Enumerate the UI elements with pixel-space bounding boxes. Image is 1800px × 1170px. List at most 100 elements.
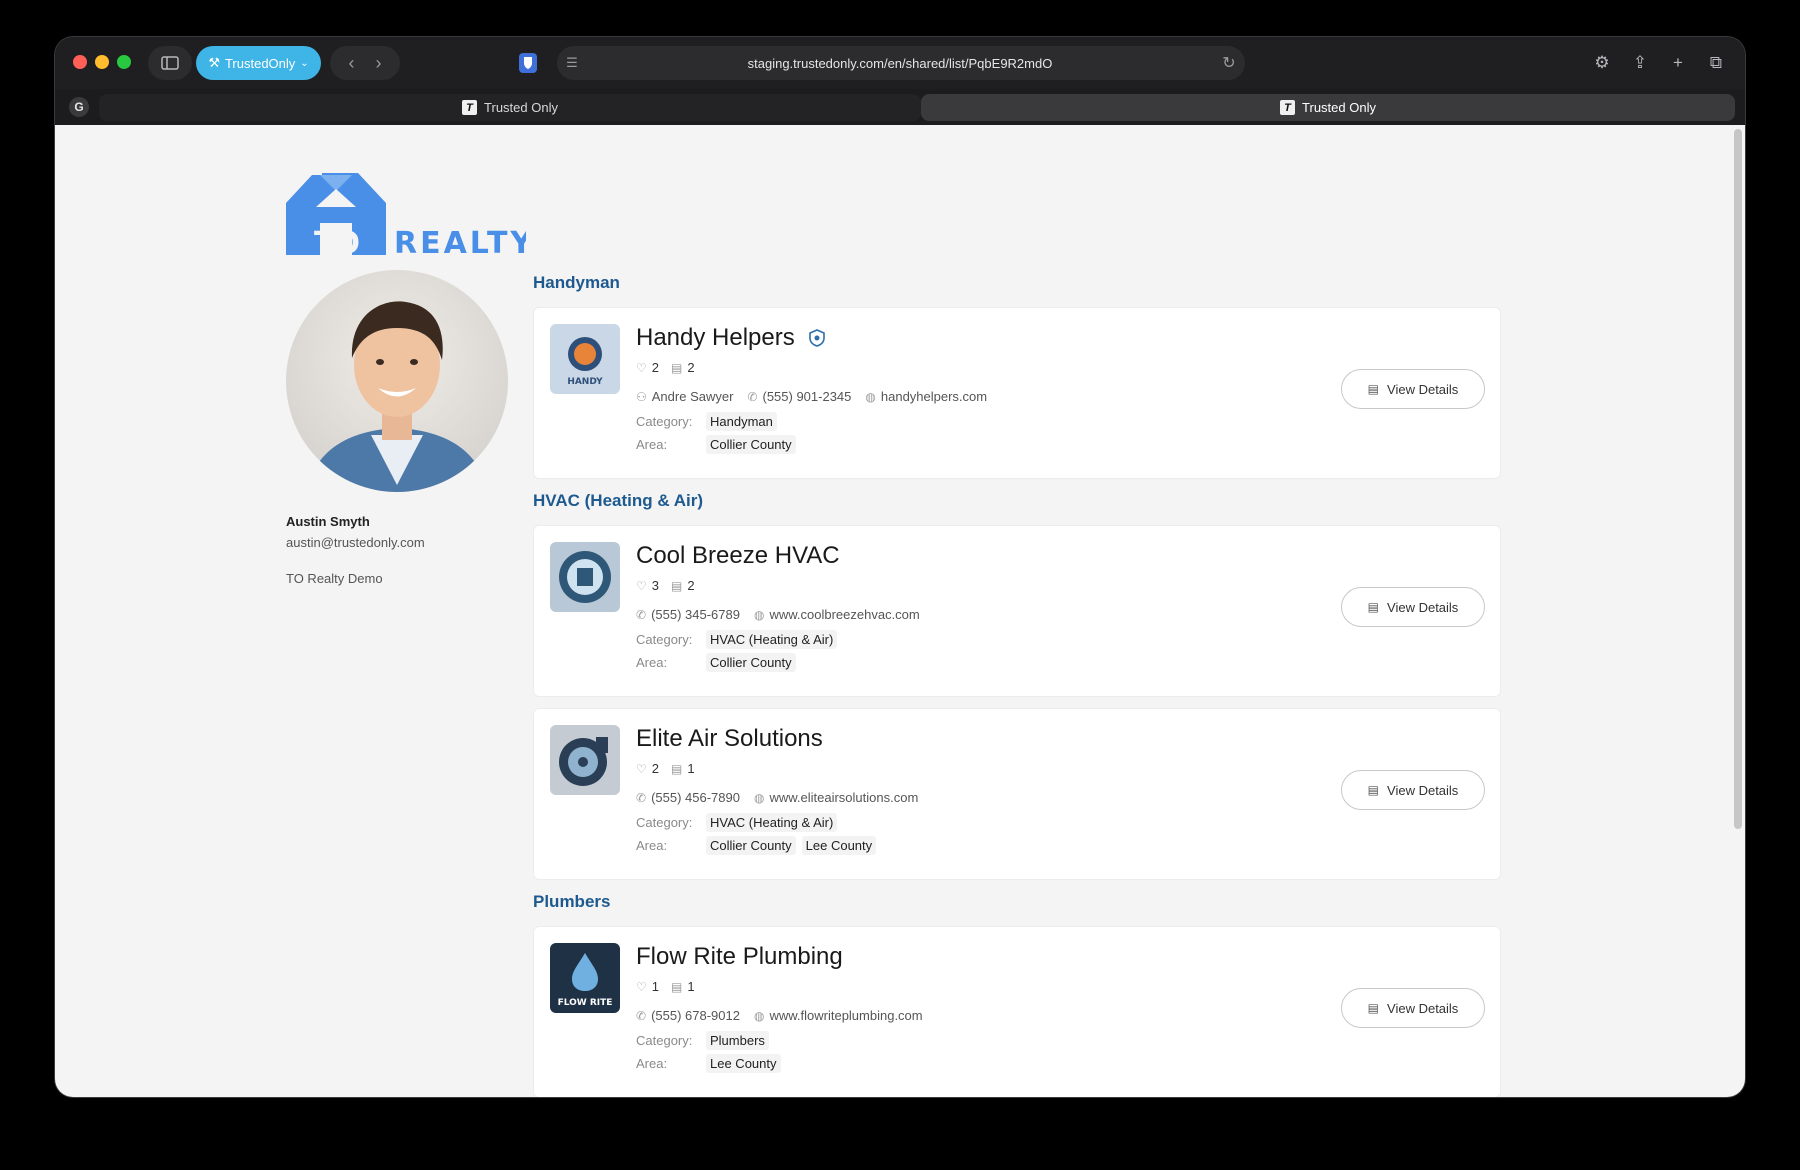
plus-icon[interactable]: + [1661, 46, 1695, 80]
tab-2-active[interactable]: T Trusted Only [921, 94, 1735, 121]
vendor-contact: ✆ (555) 345-6789 ◍ www.coolbreezehvac.com [636, 607, 920, 622]
phone-link[interactable]: ✆ (555) 345-6789 [636, 607, 740, 622]
globe-icon: ◍ [753, 790, 765, 805]
notes-count[interactable]: ▤ 2 [671, 360, 695, 375]
category-tag: Plumbers [706, 1031, 769, 1050]
vendor-name-text: Handy Helpers [636, 324, 795, 351]
phone-link[interactable]: ✆ (555) 678-9012 [636, 1008, 740, 1023]
website-link[interactable]: ◍ www.coolbreezehvac.com [754, 607, 920, 622]
person-icon: ⚇ [636, 389, 647, 404]
tabs-overview-icon[interactable]: ⧉ [1699, 46, 1733, 80]
document-icon: ▤ [1367, 600, 1380, 614]
area-tag: Collier County [706, 435, 796, 454]
vendor-logo: HANDY [550, 324, 620, 394]
back-button[interactable]: ‹ [349, 53, 355, 74]
document-icon: ▤ [1367, 783, 1380, 797]
likes-count[interactable]: ♡ 2 [636, 761, 659, 776]
note-icon: ▤ [671, 578, 683, 593]
to-realty-logo: TO REALTY [286, 173, 526, 257]
reader-icon[interactable]: ☰ [557, 55, 587, 71]
heart-icon: ♡ [636, 578, 647, 593]
website-link[interactable]: ◍ www.flowriteplumbing.com [754, 1008, 923, 1023]
likes-count[interactable]: ♡ 3 [636, 578, 659, 593]
view-details-button[interactable]: ▤ View Details [1341, 369, 1485, 409]
vendor-stats: ♡ 1 ▤ 1 [636, 979, 695, 994]
vendor-name: Cool Breeze HVAC [636, 542, 840, 569]
heart-icon: ♡ [636, 979, 647, 994]
profile-label: TrustedOnly [224, 55, 296, 71]
area-row: Area: Collier County Lee County [636, 836, 882, 855]
likes-count[interactable]: ♡ 2 [636, 360, 659, 375]
browser-toolbar: ⚒ TrustedOnly ⌄ ‹ › ☰ staging.trustedonl… [55, 37, 1745, 89]
organization-name: TO Realty Demo [286, 571, 383, 586]
page-content: TO REALTY Austin Smyth austin@trustedonl… [55, 125, 1745, 1097]
notes-count[interactable]: ▤ 1 [671, 761, 695, 776]
section-title-hvac: HVAC (Heating & Air) [533, 491, 703, 510]
area-tag: Collier County [706, 836, 796, 855]
vendor-card-flow-rite-plumbing: FLOW RITE Flow Rite Plumbing ♡ 1 ▤ 1 ✆ (555… [533, 926, 1501, 1097]
category-tag: HVAC (Heating & Air) [706, 630, 838, 649]
notes-count[interactable]: ▤ 2 [671, 578, 695, 593]
view-details-button[interactable]: ▤ View Details [1341, 770, 1485, 810]
sidebar-toggle-button[interactable] [148, 46, 192, 80]
navigation-buttons: ‹ › [330, 46, 400, 80]
vendor-name: Elite Air Solutions [636, 725, 823, 752]
document-icon: ▤ [1367, 382, 1380, 396]
gear-icon[interactable]: ⚙ [1585, 46, 1619, 80]
close-window-button[interactable] [73, 55, 87, 69]
category-row: Category: Handyman [636, 412, 783, 431]
phone-link[interactable]: ✆ (555) 456-7890 [636, 790, 740, 805]
vendor-stats: ♡ 2 ▤ 1 [636, 761, 695, 776]
google-icon[interactable]: G [69, 97, 89, 117]
minimize-window-button[interactable] [95, 55, 109, 69]
logo-text-to: TO [314, 226, 360, 257]
notes-count[interactable]: ▤ 1 [671, 979, 695, 994]
avatar [286, 270, 508, 492]
globe-icon: ◍ [753, 607, 765, 622]
area-row: Area: Collier County [636, 435, 802, 454]
tab-label: Trusted Only [1302, 100, 1376, 115]
bitwarden-extension-button[interactable] [508, 46, 548, 80]
forward-button[interactable]: › [376, 53, 382, 74]
section-title-handyman: Handyman [533, 273, 620, 292]
vendor-name: Flow Rite Plumbing [636, 943, 843, 970]
reload-icon[interactable]: ↻ [1213, 53, 1245, 73]
phone-link[interactable]: ✆ (555) 901-2345 [747, 389, 851, 404]
logo-text-realty: REALTY [394, 226, 526, 257]
scrollbar[interactable] [1734, 129, 1742, 829]
phone-icon: ✆ [636, 607, 647, 622]
user-email: austin@trustedonly.com [286, 535, 425, 550]
shield-icon [519, 53, 537, 73]
category-row: Category: HVAC (Heating & Air) [636, 813, 843, 832]
view-details-button[interactable]: ▤ View Details [1341, 988, 1485, 1028]
note-icon: ▤ [671, 761, 683, 776]
vendor-contact: ✆ (555) 456-7890 ◍ www.eliteairsolutions.c… [636, 790, 918, 805]
profile-button[interactable]: ⚒ TrustedOnly ⌄ [196, 46, 321, 80]
phone-icon: ✆ [747, 389, 758, 404]
view-details-button[interactable]: ▤ View Details [1341, 587, 1485, 627]
tab-1[interactable]: T Trusted Only [99, 94, 921, 121]
likes-count[interactable]: ♡ 1 [636, 979, 659, 994]
vendor-card-handy-helpers: HANDY Handy Helpers ♡ 2 ▤ 2 ⚇ Andre Sawyer … [533, 307, 1501, 479]
vendor-logo [550, 542, 620, 612]
vendor-card-cool-breeze-hvac: Cool Breeze HVAC ♡ 3 ▤ 2 ✆ (555) 345-6789 ◍… [533, 525, 1501, 697]
globe-icon: ◍ [753, 1008, 765, 1023]
contact-person: ⚇ Andre Sawyer [636, 389, 734, 404]
category-tag: HVAC (Heating & Air) [706, 813, 838, 832]
vendor-contact: ⚇ Andre Sawyer ✆ (555) 901-2345 ◍ handyhelp… [636, 389, 987, 404]
address-bar[interactable]: ☰ staging.trustedonly.com/en/shared/list… [557, 46, 1245, 80]
toolbar-right-actions: ⚙ ⇪ + ⧉ [1585, 46, 1733, 80]
zoom-window-button[interactable] [117, 55, 131, 69]
website-link[interactable]: ◍ www.eliteairsolutions.com [754, 790, 918, 805]
phone-icon: ✆ [636, 790, 647, 805]
trustedonly-favicon-icon: T [462, 100, 478, 115]
area-row: Area: Collier County [636, 653, 802, 672]
area-tag: Collier County [706, 653, 796, 672]
chevron-down-icon: ⌄ [300, 57, 309, 69]
share-icon[interactable]: ⇪ [1623, 46, 1657, 80]
website-link[interactable]: ◍ handyhelpers.com [865, 389, 987, 404]
vendor-logo: FLOW RITE [550, 943, 620, 1013]
category-tag: Handyman [706, 412, 777, 431]
vendor-stats: ♡ 3 ▤ 2 [636, 578, 695, 593]
area-tag: Lee County [706, 1054, 781, 1073]
